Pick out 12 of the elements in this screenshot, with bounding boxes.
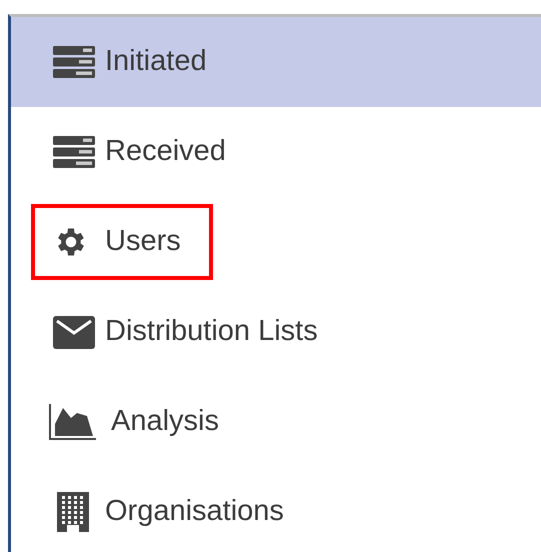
- menu-label: Analysis: [111, 404, 219, 440]
- menu-item[interactable]: Initiated: [11, 17, 541, 107]
- menu-label: Users: [105, 224, 181, 260]
- menu-label: Initiated: [105, 44, 207, 80]
- server-icon: [53, 46, 95, 78]
- server-icon: [53, 136, 95, 168]
- menu-label: Organisations: [105, 494, 284, 530]
- area-chart-icon: [49, 404, 97, 440]
- menu-label: Distribution Lists: [105, 314, 318, 350]
- envelope-icon: [53, 316, 95, 348]
- building-icon: [57, 492, 89, 532]
- menu-label: Received: [105, 134, 226, 170]
